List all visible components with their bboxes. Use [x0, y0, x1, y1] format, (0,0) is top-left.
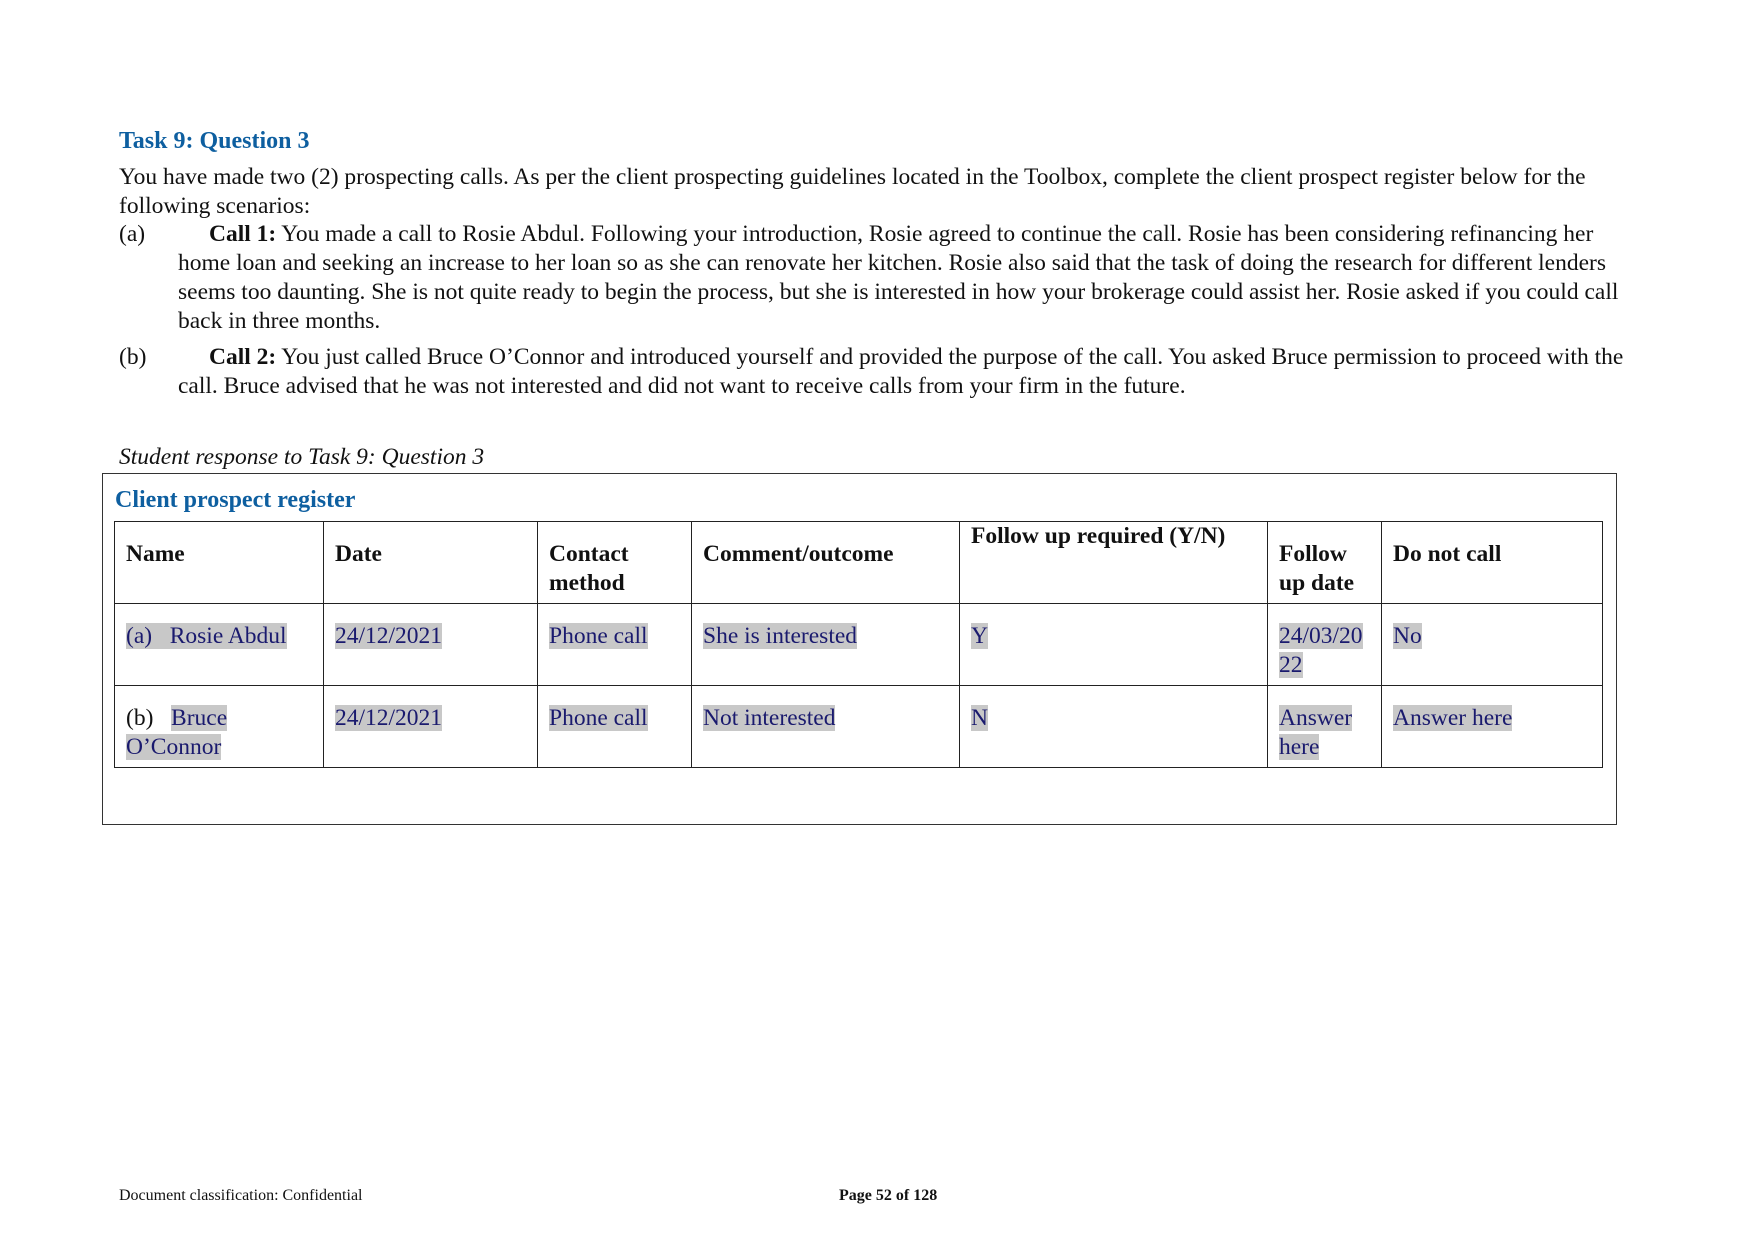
- row-prefix: (b): [126, 705, 154, 731]
- name-value: Rosie Abdul: [169, 623, 287, 649]
- table-header-row: Name Date Contact method Comment/outcome…: [114, 521, 1603, 604]
- comment-value: She is interested: [703, 623, 858, 649]
- contact-method-value: Phone call: [549, 623, 648, 649]
- client-prospect-register-table: Name Date Contact method Comment/outcome…: [114, 521, 1603, 768]
- column-header-name: Name: [114, 521, 324, 604]
- date-value: 24/12/2021: [335, 623, 443, 649]
- row-prefix: (a): [126, 623, 153, 649]
- column-header-follow-up-required: Follow up required (Y/N): [959, 521, 1268, 604]
- do-not-call-value: No: [1393, 623, 1422, 649]
- do-not-call-value: Answer here: [1393, 705, 1513, 731]
- contact-method-cell[interactable]: Phone call: [537, 603, 692, 686]
- scenario-text: You made a call to Rosie Abdul. Followin…: [178, 221, 1619, 334]
- follow-up-required-cell[interactable]: Y: [959, 603, 1268, 686]
- comment-cell[interactable]: Not interested: [691, 685, 960, 768]
- scenario-label: (b): [119, 344, 147, 370]
- column-header-date: Date: [323, 521, 538, 604]
- follow-up-required-value: Y: [971, 623, 988, 649]
- date-value: 24/12/2021: [335, 705, 443, 731]
- table-row: (a) Rosie Abdul 24/12/2021 Phone call Sh…: [114, 603, 1603, 686]
- follow-up-date-value: Answer here: [1279, 705, 1353, 760]
- intro-paragraph: You have made two (2) prospecting calls.…: [119, 164, 1586, 219]
- scenario-b: (b) Call 2: You just called Bruce O’Conn…: [119, 343, 1649, 401]
- response-label: Student response to Task 9: Question 3: [119, 444, 485, 470]
- date-cell[interactable]: 24/12/2021: [323, 685, 538, 768]
- date-cell[interactable]: 24/12/2021: [323, 603, 538, 686]
- comment-value: Not interested: [703, 705, 836, 731]
- footer-classification: Document classification: Confidential: [119, 1187, 363, 1204]
- column-header-contact-method: Contact method: [537, 521, 692, 604]
- footer-page-number: Page 52 of 128: [839, 1187, 938, 1204]
- comment-cell[interactable]: She is interested: [691, 603, 960, 686]
- do-not-call-cell[interactable]: Answer here: [1381, 685, 1603, 768]
- follow-up-date-value: 24/03/2022: [1279, 623, 1363, 678]
- name-cell[interactable]: (b) Bruce O’Connor: [114, 685, 324, 768]
- follow-up-required-value: N: [971, 705, 988, 731]
- task-title: Task 9: Question 3: [119, 128, 310, 154]
- name-cell[interactable]: (a) Rosie Abdul: [114, 603, 324, 686]
- scenario-a: (a) Call 1: You made a call to Rosie Abd…: [119, 220, 1649, 336]
- column-header-comment: Comment/outcome: [691, 521, 960, 604]
- column-header-follow-up-date: Follow up date: [1267, 521, 1382, 604]
- table-row: (b) Bruce O’Connor 24/12/2021 Phone call…: [114, 685, 1603, 768]
- register-title: Client prospect register: [115, 487, 356, 513]
- contact-method-value: Phone call: [549, 705, 648, 731]
- scenario-text: You just called Bruce O’Connor and intro…: [178, 344, 1624, 399]
- follow-up-date-cell[interactable]: Answer here: [1267, 685, 1382, 768]
- follow-up-required-cell[interactable]: N: [959, 685, 1268, 768]
- scenario-heading: Call 1:: [209, 221, 277, 247]
- contact-method-cell[interactable]: Phone call: [537, 685, 692, 768]
- column-header-do-not-call: Do not call: [1381, 521, 1603, 604]
- scenario-label: (a): [119, 221, 146, 247]
- do-not-call-cell[interactable]: No: [1381, 603, 1603, 686]
- scenario-heading: Call 2:: [209, 344, 277, 370]
- follow-up-date-cell[interactable]: 24/03/2022: [1267, 603, 1382, 686]
